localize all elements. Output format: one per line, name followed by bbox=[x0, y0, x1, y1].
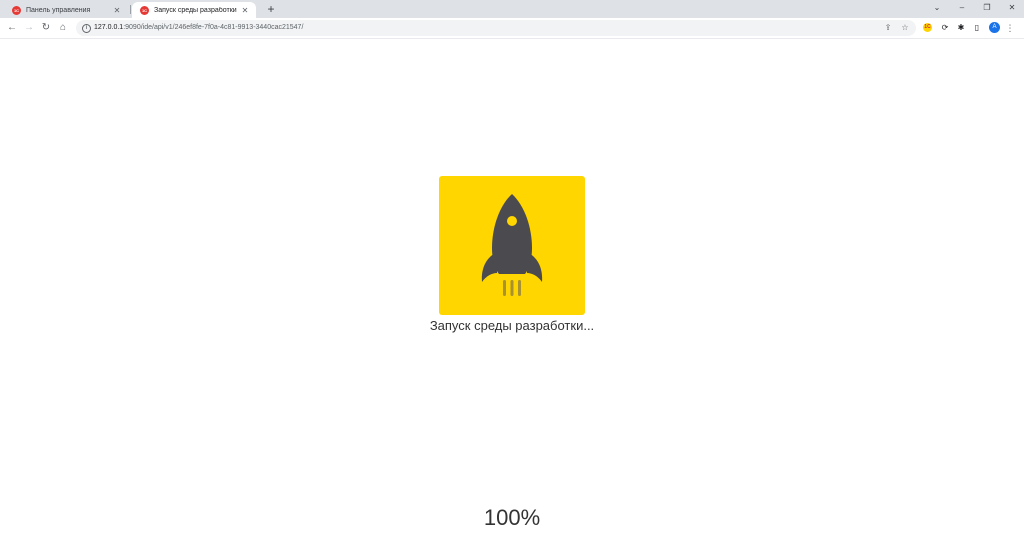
progress-percent: 100% bbox=[483, 505, 541, 530]
tab-close-icon[interactable]: ✕ bbox=[112, 6, 122, 15]
tab-title: Запуск среды разработки bbox=[154, 6, 237, 14]
info-icon[interactable]: i bbox=[82, 24, 91, 33]
kebab-menu-icon[interactable]: ⋮ bbox=[1005, 22, 1015, 34]
url-host: 127.0.0.1 bbox=[94, 24, 124, 31]
tab-ide-launch[interactable]: 1С Запуск среды разработки ✕ bbox=[132, 2, 256, 18]
minimize-icon[interactable]: – bbox=[950, 0, 974, 16]
favicon-1c-icon: 1С bbox=[140, 5, 149, 15]
star-icon[interactable]: ☆ bbox=[899, 22, 911, 34]
loading-status-text: Запуск среды разработки... bbox=[429, 318, 595, 333]
restore-icon[interactable]: ❐ bbox=[975, 0, 999, 16]
page-content: Запуск среды разработки... 100% bbox=[0, 39, 1024, 554]
avatar[interactable]: A bbox=[989, 22, 1000, 33]
favicon-1c-icon: 1С bbox=[12, 5, 21, 15]
browser-window: 1С Панель управления ✕ 1С Запуск среды р… bbox=[0, 0, 1024, 554]
tab-title: Панель управления bbox=[26, 6, 91, 14]
tab-separator bbox=[130, 5, 131, 14]
forward-icon[interactable]: → bbox=[22, 21, 36, 35]
tab-strip: 1С Панель управления ✕ 1С Запуск среды р… bbox=[0, 0, 1024, 18]
url-text[interactable]: 127.0.0.1:9090/ide/api/v1/246ef8fe-7f0a-… bbox=[94, 23, 303, 33]
tab-control-panel[interactable]: 1С Панель управления ✕ bbox=[4, 2, 128, 18]
home-icon[interactable]: ⌂ bbox=[56, 21, 70, 35]
browser-toolbar: ← → ↻ ⌂ i 127.0.0.1:9090/ide/api/v1/246e… bbox=[0, 18, 1024, 39]
address-bar[interactable]: i 127.0.0.1:9090/ide/api/v1/246ef8fe-7f0… bbox=[76, 20, 916, 36]
back-icon[interactable]: ← bbox=[5, 21, 19, 35]
close-window-icon[interactable]: ✕ bbox=[1000, 0, 1024, 16]
tab-search-icon[interactable]: ⌄ bbox=[925, 0, 949, 16]
tab-close-icon[interactable]: ✕ bbox=[240, 6, 250, 15]
extension-1c-icon[interactable]: 1С bbox=[923, 23, 932, 32]
rocket-icon bbox=[481, 194, 543, 296]
share-icon[interactable]: ⇪ bbox=[882, 22, 894, 34]
reload-icon[interactable]: ↻ bbox=[39, 21, 53, 35]
logo-tile bbox=[439, 176, 585, 315]
extension-sync-icon[interactable]: ⟳ bbox=[939, 22, 951, 34]
puzzle-icon[interactable]: ✱ bbox=[955, 22, 967, 34]
new-tab-icon[interactable]: + bbox=[264, 2, 278, 16]
url-path: :9090/ide/api/v1/246ef8fe-7f0a-4c81-9913… bbox=[123, 24, 304, 31]
side-panel-icon[interactable]: ▯ bbox=[971, 22, 983, 34]
